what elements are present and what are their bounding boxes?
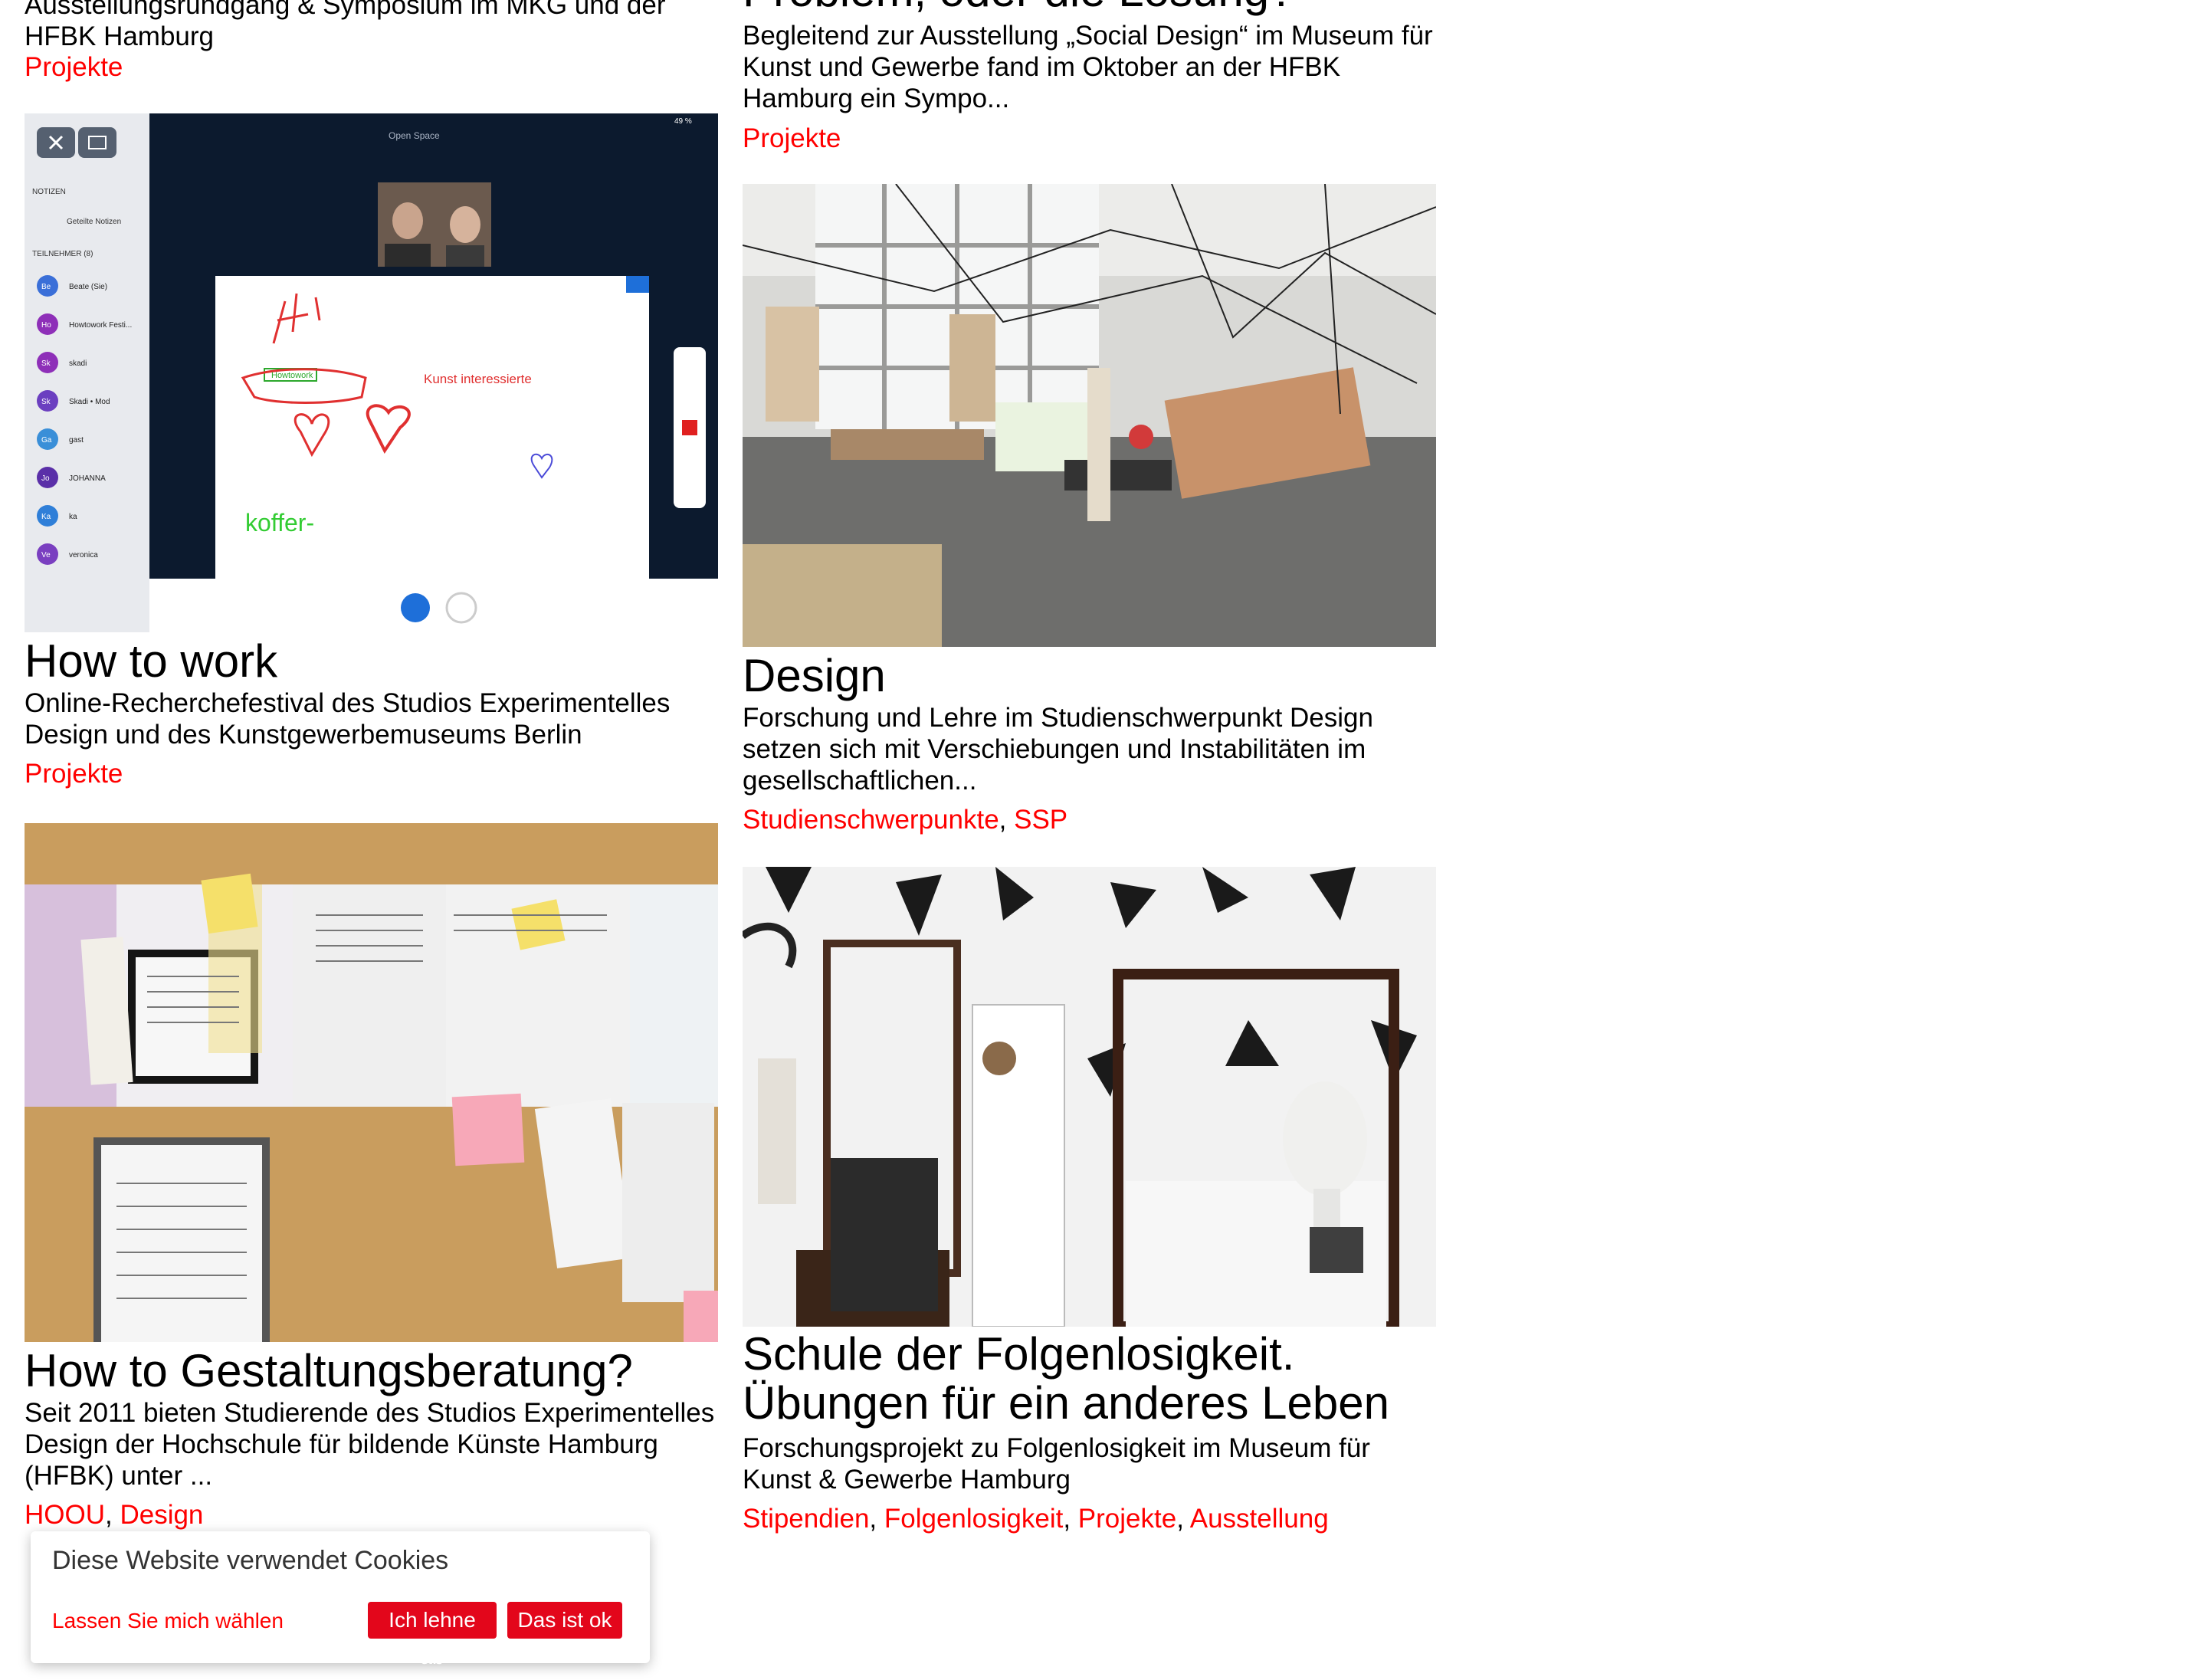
whiteboard-label: koffer-: [245, 509, 314, 536]
card-image[interactable]: [743, 867, 1436, 1327]
tag-link[interactable]: Design: [120, 1500, 203, 1530]
tag-separator: ,: [105, 1500, 120, 1530]
sidebar-notes-item: Geteilte Notizen: [67, 218, 121, 226]
tag-link[interactable]: Folgenlosigkeit: [884, 1504, 1063, 1534]
tag-separator: ,: [1176, 1504, 1190, 1534]
tag-link[interactable]: Projekte: [1078, 1504, 1176, 1534]
video-conference-screenshot: Howtowork Kunst interessierte koffer- Op…: [25, 113, 718, 632]
card-image[interactable]: Howtowork Kunst interessierte koffer- Op…: [25, 113, 718, 632]
studio-photo: [743, 184, 1436, 647]
pinboard-photo: [25, 823, 718, 1342]
participant-name: skadi: [69, 359, 87, 368]
card-title[interactable]: How to Gestaltungsberatung?: [25, 1347, 633, 1396]
card-tags: Projekte: [743, 123, 841, 154]
cookie-accept-button[interactable]: Das ist ok: [507, 1602, 622, 1639]
tag-link[interactable]: Projekte: [25, 52, 123, 82]
tag-link[interactable]: Studienschwerpunkte: [743, 805, 999, 835]
app-header-title: Open Space: [389, 130, 440, 141]
cookie-banner-title: Diese Website verwendet Cookies: [52, 1546, 449, 1575]
tag-link[interactable]: Stipendien: [743, 1504, 869, 1534]
tag-separator: ,: [999, 805, 1015, 835]
tag-link[interactable]: SSP: [1014, 805, 1067, 835]
sidebar-section: NOTIZEN: [32, 188, 66, 196]
card-tags: Projekte: [25, 758, 123, 789]
sidebar-section: TEILNEHMER (8): [32, 250, 93, 258]
card-description: Seit 2011 bieten Studierende des Studios…: [25, 1398, 715, 1491]
participant-name: JOHANNA: [69, 474, 106, 483]
card-description: Forschung und Lehre im Studienschwerpunk…: [743, 703, 1373, 796]
tag-link[interactable]: Projekte: [743, 123, 841, 153]
participant-name: gast: [69, 436, 84, 445]
participant-name: ka: [69, 513, 77, 521]
tag-separator: ,: [1063, 1504, 1078, 1534]
participant-name: Beate (Sie): [69, 283, 107, 291]
cookie-choose-link[interactable]: Lassen Sie mich wählen: [52, 1608, 284, 1634]
tag-link[interactable]: Projekte: [25, 759, 123, 789]
card-tags: HOOU, Design: [25, 1499, 203, 1531]
card-title[interactable]: Design: [743, 651, 886, 701]
card-tags: Studienschwerpunkte, SSP: [743, 804, 1067, 835]
card-description: Forschungsprojekt zu Folgenlosigkeit im …: [743, 1433, 1370, 1495]
whiteboard-label: Kunst interessierte: [424, 372, 532, 386]
participant-initials: Be: [41, 283, 51, 291]
participant-initials: Ka: [41, 513, 51, 521]
participant-name: Howtowork Festi...: [69, 321, 132, 330]
tag-separator: ,: [869, 1504, 884, 1534]
card-tags: Projekte: [25, 51, 123, 83]
cookie-decline-button[interactable]: Ich lehne ab: [368, 1602, 497, 1669]
card-description: Online-Recherchefestival des Studios Exp…: [25, 688, 671, 750]
participant-name: veronica: [69, 551, 98, 559]
participant-initials: Ga: [41, 436, 52, 445]
card-tags: Stipendien, Folgenlosigkeit, Projekte, A…: [743, 1503, 1329, 1534]
card-title[interactable]: How to work: [25, 637, 277, 686]
participant-initials: Jo: [41, 474, 50, 483]
participant-initials: Sk: [41, 359, 51, 368]
card-image[interactable]: [743, 184, 1436, 647]
participant-name: Skadi • Mod: [69, 398, 110, 406]
tag-link[interactable]: Ausstellung: [1190, 1504, 1329, 1534]
exhibition-photo: [743, 867, 1436, 1327]
whiteboard-label: Howtowork: [271, 371, 313, 380]
tag-link[interactable]: HOOU: [25, 1500, 105, 1530]
card-title[interactable]: Schule der Folgenlosigkeit. Übungen für …: [743, 1330, 1436, 1428]
participant-initials: Ho: [41, 321, 51, 330]
participant-initials: Sk: [41, 398, 51, 406]
cookie-banner: Diese Website verwendet Cookies Lassen S…: [31, 1531, 650, 1669]
card-title[interactable]: Problem, oder die Lösung?: [743, 0, 1294, 15]
card-description: Ausstellungsrundgang & Symposium im MKG …: [25, 0, 666, 51]
participant-initials: Ve: [41, 551, 51, 559]
card-description: Begleitend zur Ausstellung „Social Desig…: [743, 21, 1433, 113]
card-image[interactable]: [25, 823, 718, 1342]
battery-indicator: 49 %: [674, 117, 692, 126]
